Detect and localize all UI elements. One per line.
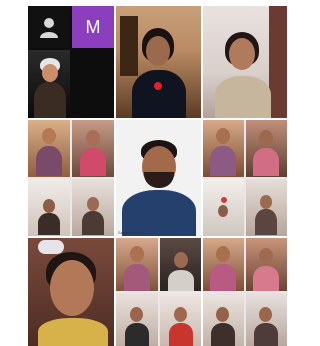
participant-tile-elder[interactable]: [28, 50, 70, 118]
participant-tile[interactable]: [203, 120, 244, 177]
participant-tile[interactable]: [159, 238, 201, 291]
participant-tile[interactable]: [203, 293, 244, 346]
gallery-panel-middle-right: [203, 120, 287, 236]
participant-tile-girl-closeup[interactable]: [28, 238, 114, 346]
gallery-panel-bottom-right: [203, 238, 287, 346]
participant-tile[interactable]: [246, 238, 287, 291]
participant-name: Sanjay Kumar: [118, 230, 144, 235]
gallery-panel-middle-left: [28, 120, 114, 236]
mic-icon: [154, 82, 162, 90]
participant-tile-avatar[interactable]: [28, 6, 70, 48]
participant-tile-featured[interactable]: Sanjay Kumar: [116, 120, 201, 236]
participant-tile[interactable]: [116, 238, 158, 291]
participant-tile[interactable]: [116, 293, 158, 346]
participant-tile[interactable]: [203, 179, 244, 236]
participant-tile[interactable]: [72, 120, 114, 177]
person-silhouette-icon: [40, 18, 58, 38]
participant-tile[interactable]: [246, 120, 287, 177]
participant-tile-girl-mic[interactable]: [116, 6, 201, 118]
participant-tile[interactable]: [246, 179, 287, 236]
participant-tile-woman[interactable]: [203, 6, 287, 118]
monogram-letter: M: [85, 16, 101, 37]
participant-tile[interactable]: [28, 179, 70, 236]
participant-tile[interactable]: [72, 179, 114, 236]
gallery-panel-bottom-center: [116, 238, 201, 346]
participant-tile[interactable]: [246, 293, 287, 346]
participant-tile[interactable]: [203, 238, 244, 291]
gallery-panel-top-left: M: [28, 6, 114, 118]
participant-tile[interactable]: [28, 120, 70, 177]
participant-tile[interactable]: [159, 293, 201, 346]
video-call-gallery: M Sanjay Kumar: [28, 6, 287, 346]
participant-tile-monogram[interactable]: M: [72, 6, 114, 48]
